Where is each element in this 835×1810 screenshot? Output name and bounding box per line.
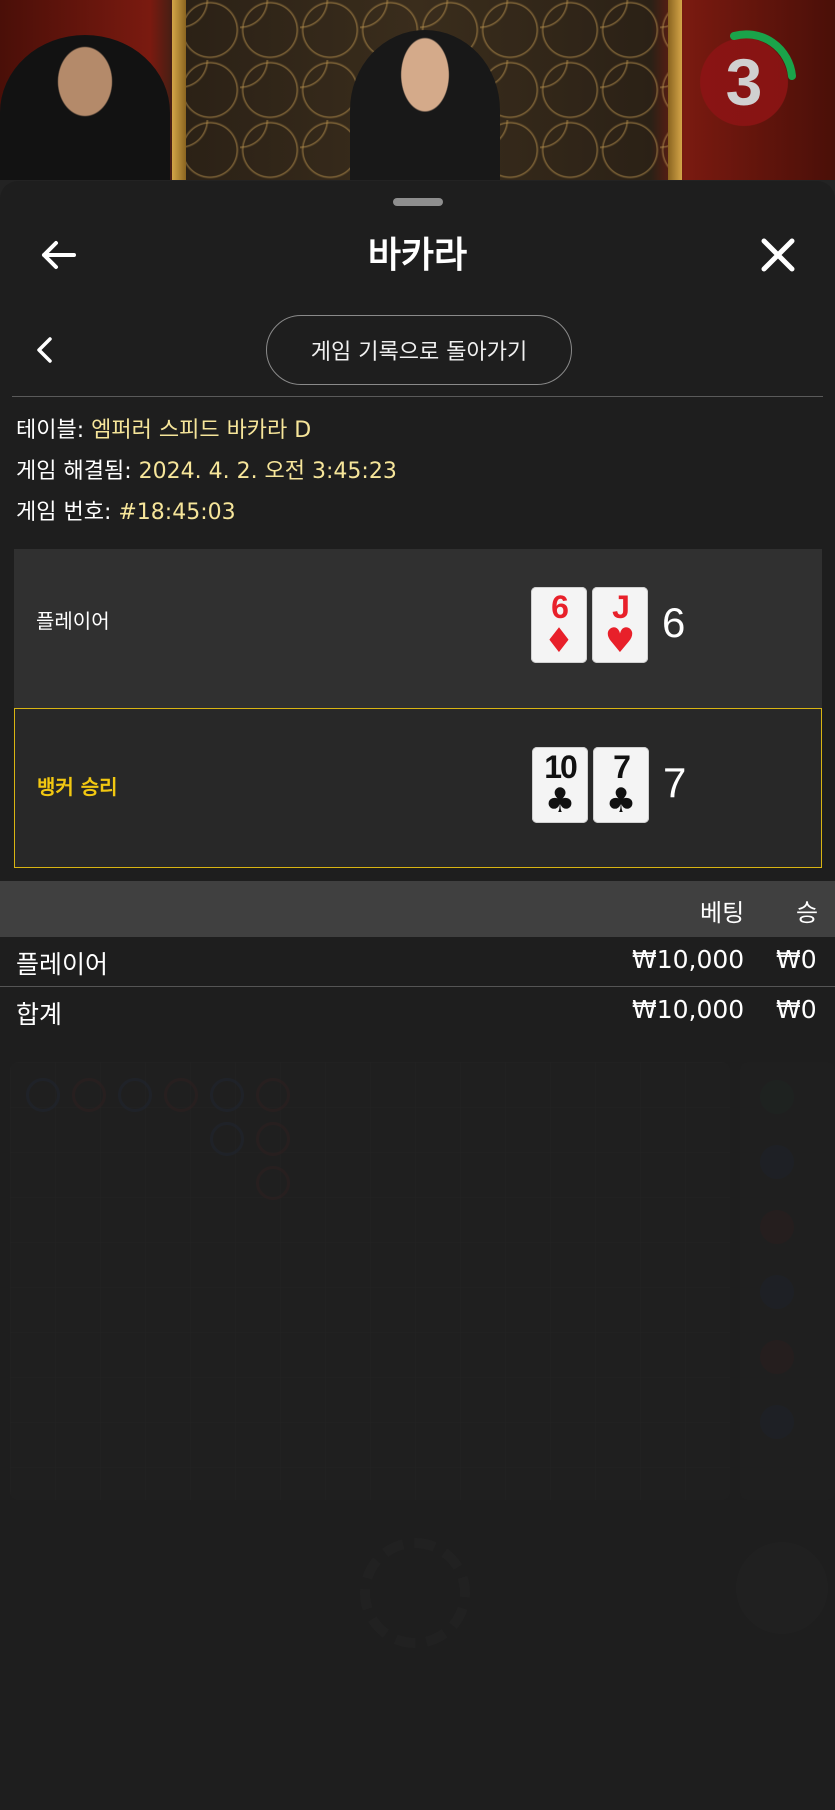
round-details-sheet: 바카라 게임 기록으로 돌아가기 테이블: 엠퍼러 스피드 바카라 D 게임 해… <box>0 181 835 1810</box>
playing-card: 10 ♣ <box>532 747 588 823</box>
player-hand-row: 플레이어 6 ♦ J ♥ 6 <box>14 549 822 709</box>
total-win: ₩0 <box>776 995 817 1024</box>
chevron-left-icon[interactable] <box>30 331 60 369</box>
video-pillar <box>172 0 186 190</box>
back-to-history-button[interactable]: 게임 기록으로 돌아가기 <box>266 315 572 385</box>
countdown-timer: 3 <box>688 26 800 138</box>
page-title: 바카라 <box>367 235 468 276</box>
banker-win-label: 뱅커 승리 <box>37 775 118 799</box>
table-label: 테이블: <box>16 418 92 443</box>
table-name: 엠퍼러 스피드 바카라 D <box>91 418 312 443</box>
banker-hand-row: 뱅커 승리 10 ♣ 7 ♣ 7 <box>14 708 822 868</box>
close-icon[interactable] <box>756 233 800 277</box>
player-score: 6 <box>662 599 686 646</box>
column-win: 승 <box>796 899 819 927</box>
bets-table-header: 베팅 승 <box>0 881 835 937</box>
round-label: 게임 번호: <box>16 500 119 525</box>
card-rank: J <box>612 589 630 625</box>
banker-score: 7 <box>663 759 687 806</box>
win-amount: ₩0 <box>776 945 817 974</box>
card-rank: 10 <box>544 749 578 785</box>
resolved-info: 게임 해결됨: 2024. 4. 2. 오전 3:45:23 <box>16 457 397 487</box>
club-suit-icon: ♣ <box>544 781 576 821</box>
player-hand-label: 플레이어 <box>36 609 110 633</box>
video-pillar <box>668 0 682 190</box>
column-bet: 베팅 <box>700 899 745 927</box>
round-info: 게임 번호: #18:45:03 <box>16 498 236 528</box>
card-rank: 7 <box>613 749 631 785</box>
round-number: #18:45:03 <box>118 500 236 525</box>
video-dealer <box>350 30 500 190</box>
sheet-drag-handle[interactable] <box>393 198 443 206</box>
playing-card: 6 ♦ <box>531 587 587 663</box>
total-bet: ₩10,000 <box>632 995 745 1024</box>
diamond-suit-icon: ♦ <box>543 621 575 661</box>
card-rank: 6 <box>551 589 569 625</box>
resolved-label: 게임 해결됨: <box>16 459 139 484</box>
heart-suit-icon: ♥ <box>604 621 636 661</box>
playing-card: J ♥ <box>592 587 648 663</box>
total-label: 합계 <box>16 1000 63 1029</box>
club-suit-icon: ♣ <box>605 781 637 821</box>
table-row: 플레이어 ₩10,000 ₩0 <box>0 937 835 987</box>
table-info: 테이블: 엠퍼러 스피드 바카라 D <box>16 416 311 446</box>
bet-name: 플레이어 <box>16 950 109 979</box>
live-video-feed: 3 <box>0 0 835 190</box>
table-row-total: 합계 ₩10,000 ₩0 <box>0 987 835 1037</box>
resolved-time: 2024. 4. 2. 오전 3:45:23 <box>138 459 397 484</box>
playing-card: 7 ♣ <box>593 747 649 823</box>
history-nav: 게임 기록으로 돌아가기 <box>0 315 835 385</box>
bet-amount: ₩10,000 <box>632 945 745 974</box>
countdown-number: 3 <box>725 45 763 119</box>
video-person <box>0 35 170 190</box>
arrow-left-icon[interactable] <box>38 235 78 275</box>
sheet-header: 바카라 <box>0 221 835 291</box>
divider <box>12 396 823 397</box>
